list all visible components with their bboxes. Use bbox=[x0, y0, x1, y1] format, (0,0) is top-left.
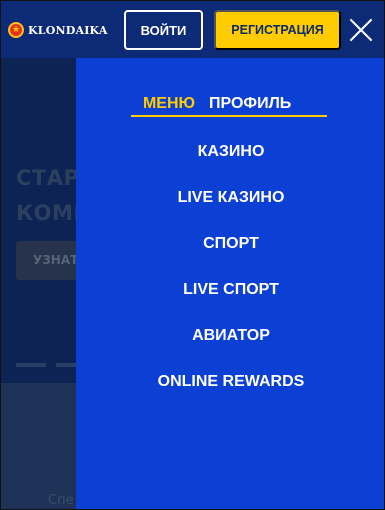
top-header: ★ KLONDAIKA ВОЙТИ РЕГИСТРАЦИЯ bbox=[1, 1, 384, 58]
background-footer-text: Спе bbox=[48, 493, 74, 508]
background-slider-dash bbox=[56, 363, 76, 367]
menu-item-aviator[interactable]: АВИАТОР bbox=[76, 326, 384, 346]
tab-profile[interactable]: ПРОФИЛЬ bbox=[207, 93, 327, 115]
side-menu-panel: МЕНЮ ПРОФИЛЬ КАЗИНО LIVE КАЗИНО СПОРТ LI… bbox=[76, 58, 384, 509]
app-frame: СТАРТ КОМП УЗНАТЬ Спе ★ KLONDAIKA ВОЙТИ … bbox=[0, 0, 385, 510]
menu-item-sport[interactable]: СПОРТ bbox=[76, 234, 384, 254]
menu-item-online-rewards[interactable]: ONLINE REWARDS bbox=[76, 372, 384, 392]
menu-item-casino[interactable]: КАЗИНО bbox=[76, 142, 384, 162]
menu-tabs: МЕНЮ ПРОФИЛЬ bbox=[131, 93, 327, 117]
close-icon[interactable] bbox=[348, 17, 374, 43]
menu-item-live-sport[interactable]: LIVE СПОРТ bbox=[76, 280, 384, 300]
logo-text: KLONDAIKA bbox=[28, 23, 108, 37]
login-button[interactable]: ВОЙТИ bbox=[124, 10, 203, 50]
tab-menu[interactable]: МЕНЮ bbox=[131, 93, 207, 115]
logo[interactable]: ★ KLONDAIKA bbox=[8, 22, 108, 38]
klondaika-star-badge-icon: ★ bbox=[8, 22, 24, 38]
menu-item-live-casino[interactable]: LIVE КАЗИНО bbox=[76, 188, 384, 208]
register-button[interactable]: РЕГИСТРАЦИЯ bbox=[214, 10, 341, 50]
background-lower-section bbox=[1, 383, 76, 509]
background-slider-dash bbox=[16, 363, 46, 367]
